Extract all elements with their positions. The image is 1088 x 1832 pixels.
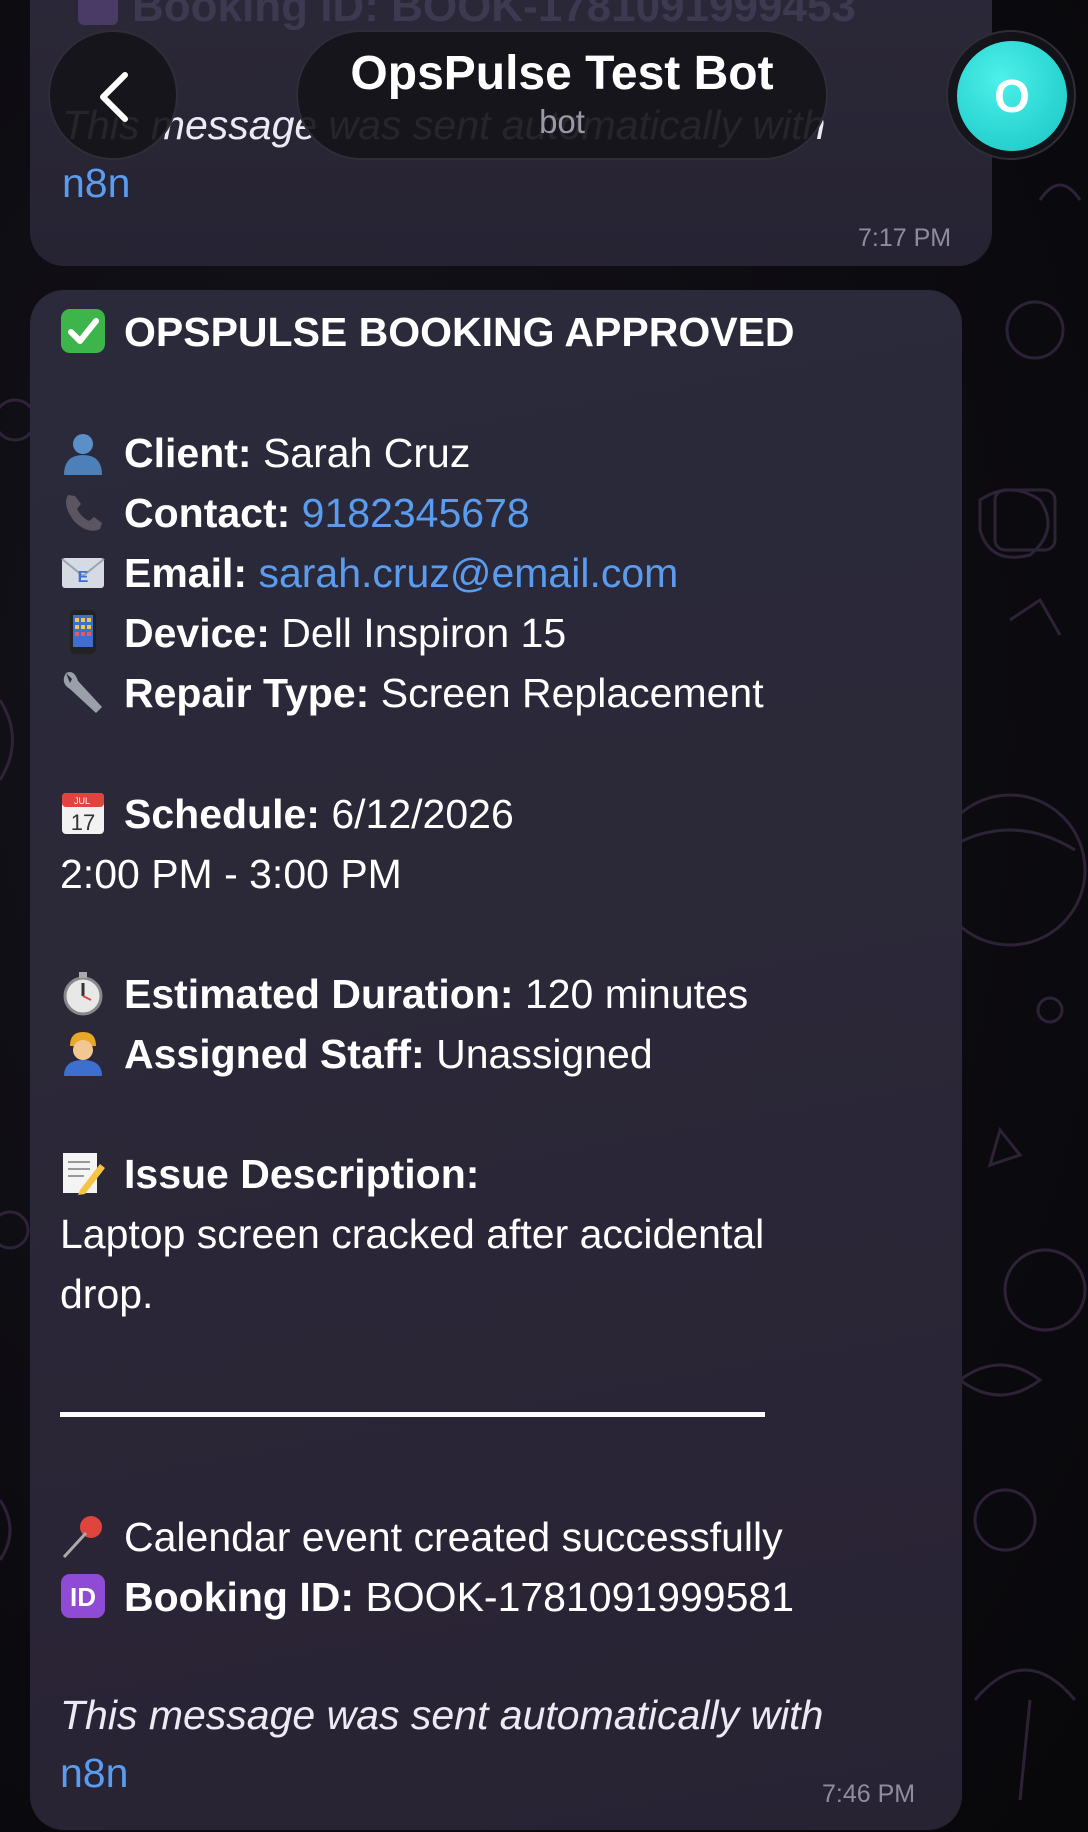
issue-description-line-2: drop. [60,1271,154,1317]
svg-text:17: 17 [71,810,95,835]
message-title: OPSPULSE BOOKING APPROVED [60,308,795,356]
mobile-phone-icon [60,609,106,655]
email-row: E Email: sarah.cruz@email.com [60,549,678,597]
svg-text:E: E [78,569,89,586]
chat-title: OpsPulse Test Bot [350,47,774,100]
booking-message-bubble: OPSPULSE BOOKING APPROVED Client: Sarah … [30,290,962,1830]
chat-title-pill[interactable]: OpsPulse Test Bot bot [296,30,828,160]
n8n-link[interactable]: n8n [60,1750,128,1797]
repair-type-row: Repair Type: Screen Replacement [60,669,764,717]
issue-description-row: Issue Description: [60,1150,479,1198]
stopwatch-icon [60,970,106,1016]
bust-silhouette-icon [60,429,106,475]
e-mail-envelope-icon: E [60,549,106,595]
wrench-icon [60,669,106,715]
message-time: 7:46 PM [822,1780,916,1808]
svg-text:ID: ID [70,1582,96,1612]
client-row: Client: Sarah Cruz [60,429,470,477]
message-divider [60,1412,765,1417]
chat-screen: Booking ID: BOOK-1781091999453 This mess… [0,0,1088,1832]
memo-icon [60,1150,106,1196]
contact-row: Contact: 9182345678 [60,489,530,537]
schedule-row: JUL 17 Schedule: 6/12/2026 [60,790,514,838]
email-link[interactable]: sarah.cruz@email.com [258,550,678,596]
contact-phone-link[interactable]: 9182345678 [302,490,530,536]
duration-row: Estimated Duration: 120 minutes [60,970,748,1018]
previous-booking-id: Booking ID: BOOK-1781091999453 [132,0,856,31]
previous-message-faded-text: Booking ID: BOOK-1781091999453 [78,0,856,32]
chevron-left-icon [100,72,128,122]
previous-n8n-link[interactable]: n8n [62,160,130,207]
back-button[interactable] [48,30,178,160]
issue-description-line-1: Laptop screen cracked after accidental [60,1211,765,1257]
assigned-staff-row: Assigned Staff: Unassigned [60,1030,653,1078]
previous-message-time: 7:17 PM [858,224,952,252]
auto-sent-text: This message was sent automatically with [60,1692,824,1738]
avatar-button[interactable]: O [946,30,1076,160]
calendar-confirmation-row: Calendar event created successfully [60,1513,783,1561]
booking-id-row: ID Booking ID: BOOK-1781091999581 [60,1573,794,1621]
calendar-icon: JUL 17 [60,790,106,836]
device-row: Device: Dell Inspiron 15 [60,609,566,657]
pushpin-icon [60,1513,106,1559]
chat-subtitle: bot [539,103,585,140]
id-button-icon: ID [60,1573,106,1619]
check-mark-button-icon [60,308,106,354]
id-icon [78,0,118,25]
svg-text:JUL: JUL [74,796,90,806]
avatar: O [957,41,1067,151]
telephone-receiver-icon [60,489,106,535]
man-mechanic-icon [60,1030,106,1076]
schedule-time: 2:00 PM - 3:00 PM [60,851,402,897]
